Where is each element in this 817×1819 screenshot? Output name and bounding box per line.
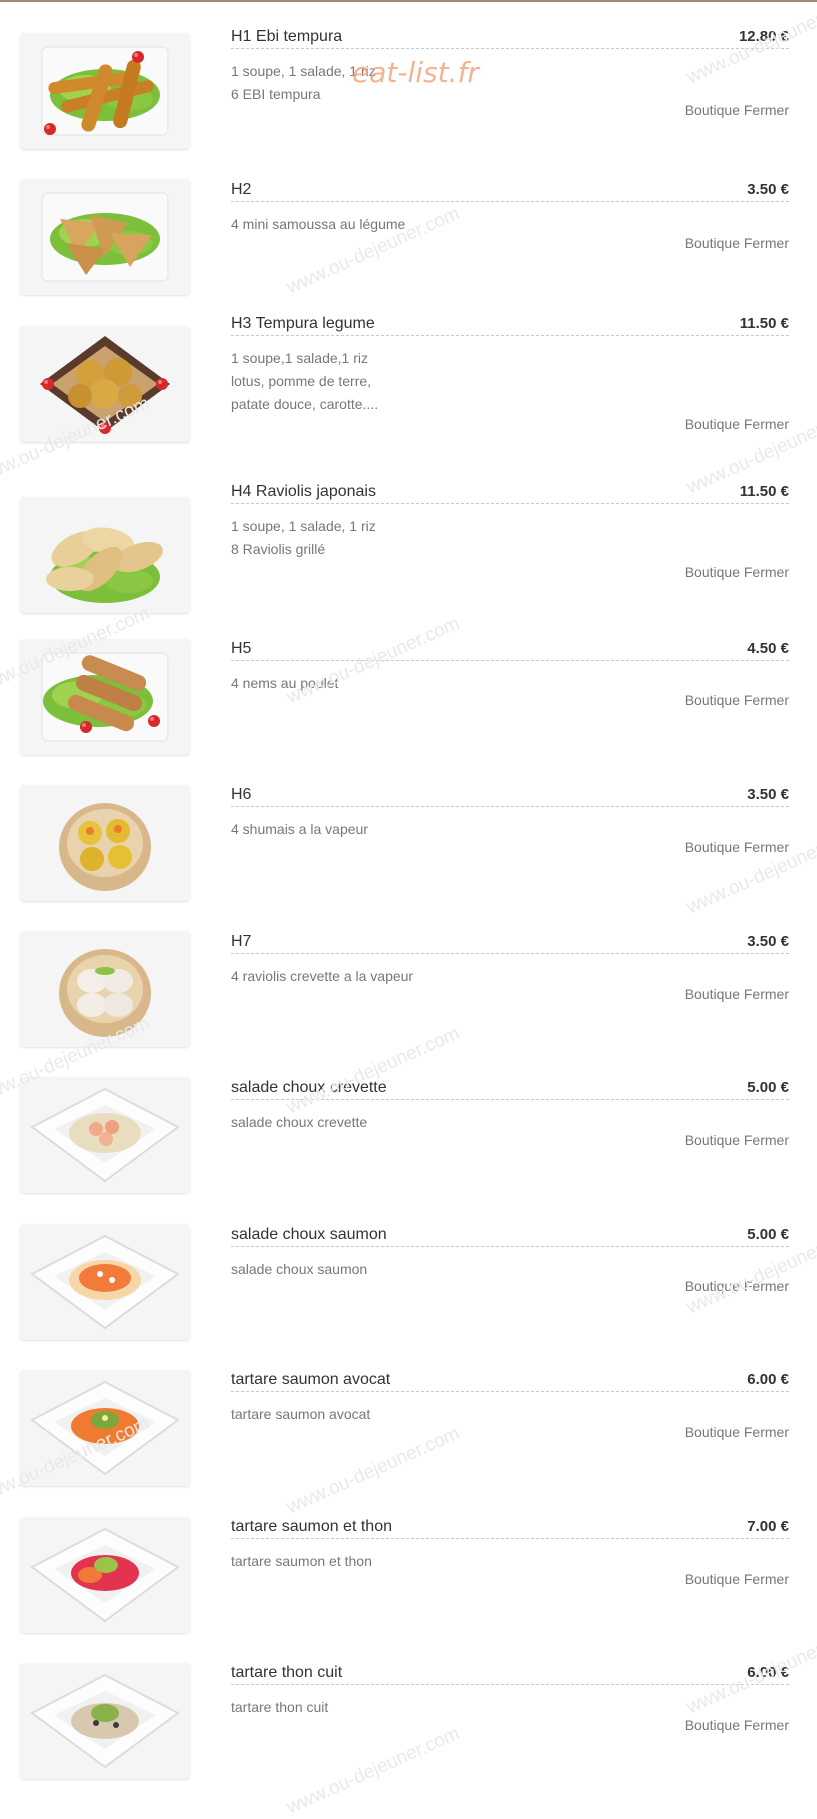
dish-name[interactable]: H7 xyxy=(231,931,789,953)
description-line: lotus, pomme de terre, xyxy=(231,373,372,389)
watermark: www.ou-dejeuner.com xyxy=(283,1422,463,1519)
dish-description: 1 soupe, 1 salade, 1 riz 6 EBI tempura xyxy=(231,60,771,106)
dashed-divider xyxy=(231,1391,789,1392)
dish-photo-har-gow-steamer[interactable] xyxy=(20,931,190,1047)
dish-description: 1 soupe,1 salade,1 riz lotus, pomme de te… xyxy=(231,347,771,416)
description-line: 1 soupe,1 salade,1 riz xyxy=(231,350,368,366)
dish-photo-spring-rolls[interactable] xyxy=(20,639,190,755)
shop-status: Boutique Fermer xyxy=(684,1424,789,1440)
brand-logo: eat-list.fr xyxy=(352,56,479,89)
dish-name[interactable]: H4 Raviolis japonais xyxy=(231,481,789,503)
shop-status: Boutique Fermer xyxy=(684,102,789,118)
dish-photo-samosa[interactable] xyxy=(20,179,190,295)
dish-price: 12.80 € xyxy=(738,28,789,45)
dish-price: 5.00 € xyxy=(747,1226,789,1243)
dish-photo-cooked-tuna-tartare[interactable] xyxy=(20,1663,190,1779)
dish-name[interactable]: H1 Ebi tempura xyxy=(231,26,789,48)
dish-photo-salmon-avocado-tartare[interactable] xyxy=(20,1370,190,1486)
dish-price: 7.00 € xyxy=(747,1518,789,1535)
dish-description: 4 mini samoussa au légume xyxy=(231,213,771,236)
dish-name[interactable]: tartare thon cuit xyxy=(231,1662,789,1684)
dashed-divider xyxy=(231,1538,789,1539)
dish-photo-cabbage-salmon-bowl[interactable] xyxy=(20,1224,190,1340)
shop-status: Boutique Fermer xyxy=(684,564,789,580)
dish-price: 3.50 € xyxy=(747,933,789,950)
dish-price: 3.50 € xyxy=(747,181,789,198)
dish-price: 11.50 € xyxy=(739,315,789,332)
dish-photo-gyoza[interactable] xyxy=(20,497,190,613)
dashed-divider xyxy=(231,201,789,202)
dish-photo-salmon-tuna-tartare[interactable] xyxy=(20,1517,190,1633)
watermark: www.ou-dejeuner.com xyxy=(283,1022,463,1119)
dashed-divider xyxy=(231,1246,789,1247)
dish-photo-vegetable-tempura[interactable] xyxy=(20,326,190,442)
watermark: www.ou-dejeuner.com xyxy=(283,1722,463,1819)
description-line: 4 mini samoussa au légume xyxy=(231,216,406,232)
dashed-divider xyxy=(231,335,789,336)
shop-status: Boutique Fermer xyxy=(684,416,789,432)
dish-photo-shumai-steamer[interactable] xyxy=(20,785,190,901)
shop-status: Boutique Fermer xyxy=(684,1278,789,1294)
dish-name[interactable]: salade choux saumon xyxy=(231,1224,789,1246)
dish-price: 6.00 € xyxy=(747,1371,789,1388)
dish-price: 6.00 € xyxy=(747,1664,789,1681)
dish-price: 11.50 € xyxy=(739,483,789,500)
shop-status: Boutique Fermer xyxy=(684,986,789,1002)
dish-price: 3.50 € xyxy=(747,786,789,803)
dish-price: 5.00 € xyxy=(747,1079,789,1096)
dish-name[interactable]: H3 Tempura legume xyxy=(231,313,789,335)
shop-status: Boutique Fermer xyxy=(684,692,789,708)
shop-status: Boutique Fermer xyxy=(684,1132,789,1148)
description-line: 8 Raviolis grillé xyxy=(231,541,326,557)
dashed-divider xyxy=(231,1099,789,1100)
description-line: 1 soupe, 1 salade, 1 riz xyxy=(231,63,376,79)
description-line: 1 soupe, 1 salade, 1 riz xyxy=(231,518,376,534)
dish-photo-shrimp-tempura[interactable] xyxy=(20,33,190,149)
dashed-divider xyxy=(231,660,789,661)
dish-price: 4.50 € xyxy=(747,640,789,657)
top-border xyxy=(0,0,817,2)
dashed-divider xyxy=(231,1684,789,1685)
dish-name[interactable]: H2 xyxy=(231,179,789,201)
description-line: patate douce, carotte.... xyxy=(231,396,379,412)
shop-status: Boutique Fermer xyxy=(684,1571,789,1587)
dish-photo-cabbage-shrimp-bowl[interactable] xyxy=(20,1077,190,1193)
dish-description: 1 soupe, 1 salade, 1 riz 8 Raviolis grill… xyxy=(231,515,771,561)
shop-status: Boutique Fermer xyxy=(684,235,789,251)
dish-name[interactable]: tartare saumon avocat xyxy=(231,1369,789,1391)
dashed-divider xyxy=(231,48,789,49)
dashed-divider xyxy=(231,503,789,504)
dashed-divider xyxy=(231,806,789,807)
dashed-divider xyxy=(231,953,789,954)
dish-name[interactable]: H5 xyxy=(231,638,789,660)
dish-name[interactable]: H6 xyxy=(231,784,789,806)
shop-status: Boutique Fermer xyxy=(684,839,789,855)
dish-name[interactable]: tartare saumon et thon xyxy=(231,1516,789,1538)
dish-name[interactable]: salade choux crevette xyxy=(231,1077,789,1099)
shop-status: Boutique Fermer xyxy=(684,1717,789,1733)
